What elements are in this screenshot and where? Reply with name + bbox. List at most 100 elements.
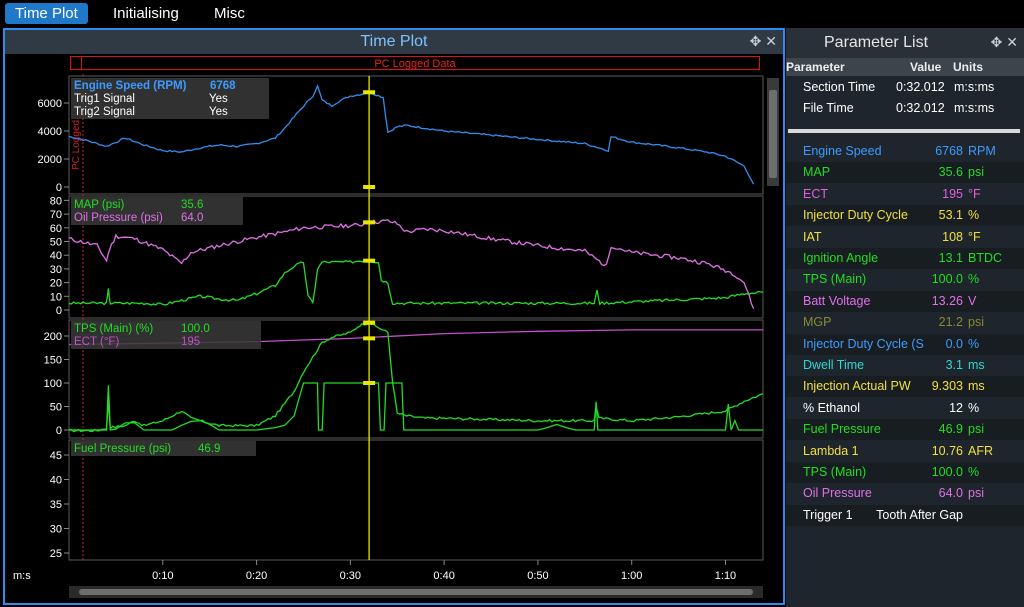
y-tick-label: 40 [50,250,62,262]
param-value: 0:32.012 [896,80,945,94]
vertical-scroll-thumb[interactable] [769,90,777,178]
param-name: MGP [803,315,832,330]
param-value: Tooth After Gap [876,507,963,522]
param-units: °F [968,229,981,244]
time-plot-canvas[interactable]: 6000400020000807060504030201002001501005… [5,30,783,603]
param-units: AFR [968,443,993,458]
param-units: m:s:ms [954,101,995,115]
horizontal-scrollbar[interactable] [69,586,763,598]
y-tick-label: 6000 [38,98,62,110]
param-name: Injection Actual PW [803,379,911,394]
tab-bar: Time Plot Initialising Misc [0,0,1024,27]
x-tick-label: 0:10 [152,570,173,582]
param-units: V [968,293,977,308]
param-units: ms [968,379,985,394]
param-name: MAP [803,165,831,180]
legend-name: Trig2 Signal [74,106,135,118]
cursor-marker [363,320,376,325]
column-parameter[interactable]: Parameter [786,58,845,76]
param-value: 6768 [935,144,963,158]
parameter-row[interactable]: Injection Actual PW 9.303 ms [786,376,1024,398]
cursor-marker [363,336,376,341]
move-icon[interactable]: ✥ [991,34,1003,50]
vertical-scrollbar[interactable] [767,78,779,186]
tab-misc[interactable]: Misc [204,3,255,24]
param-units: % [968,465,980,479]
param-value: 0:32.012 [896,101,945,115]
parameter-row[interactable]: IAT 108 °F [786,227,1024,248]
parameter-row[interactable]: Oil Pressure 64.0 psi [786,483,1024,504]
param-name: Injector Duty Cycle [803,208,908,223]
column-value[interactable]: Value [910,58,941,76]
time-plot-window: Time Plot ✥ ✕ PC Logged Data 6000 4000 200… [3,28,785,605]
parameter-row[interactable]: Fuel Pressure 46.9 psi [786,419,1024,441]
param-value: 53.1 [938,208,963,223]
parameter-row[interactable]: MAP 35.6 psi [786,162,1024,184]
y-tick-label: 50 [50,237,62,249]
y-tick-label: 45 [50,450,62,462]
y-tick-label: 50 [50,402,62,414]
param-value: 13.26 [931,293,963,308]
y-tick-label: 200 [44,331,62,343]
parameter-row[interactable]: Batt Voltage 13.26 V [786,290,1024,312]
y-tick-label: 70 [50,209,62,221]
legend-name: TPS (Main) (%) [74,323,153,335]
x-tick-label: 0:50 [527,570,548,582]
column-units[interactable]: Units [953,58,983,76]
panel-buttons: ✥ ✕ [991,34,1018,51]
tab-time-plot[interactable]: Time Plot [5,3,88,24]
y-tick-label: 35 [50,499,62,511]
y-tick-label: 0 [56,305,62,317]
param-value: 9.303 [931,379,963,394]
parameter-row[interactable]: Dwell Time 3.1 ms [786,355,1024,376]
parameter-row[interactable]: TPS (Main) 100.0% [786,462,1024,483]
parameter-row[interactable]: % Ethanol 12% [786,398,1024,419]
parameter-list-panel: Parameter List ✥ ✕ Parameter Value Units… [786,28,1024,607]
param-value: 35.6 [938,165,963,180]
y-tick-label: 4000 [38,126,62,138]
param-units: psi [968,422,984,437]
x-tick-label: 1:10 [715,570,736,582]
param-units: % [968,272,980,287]
tps-trace [69,382,763,431]
legend-name: Oil Pressure (psi) [74,212,163,224]
param-units: BTDC [968,251,1003,265]
param-value: 21.2 [938,315,963,330]
tab-initialising[interactable]: Initialising [103,3,189,24]
legend-name: Trig1 Signal [74,93,135,105]
parameter-row[interactable]: Engine Speed 6768 RPM [786,141,1024,162]
time-row[interactable]: Section Time 0:32.012 m:s:ms [786,77,1024,98]
time-row[interactable]: File Time 0:32.012 m:s:ms [786,98,1024,119]
parameter-row[interactable]: TPS (Main) 100.0% [786,269,1024,290]
x-tick-label: 0:30 [340,570,361,582]
parameter-row[interactable]: Injector Duty Cycle (S 0.0% [786,333,1024,355]
y-tick-label: 0 [56,182,62,194]
close-icon[interactable]: ✕ [1006,34,1018,50]
y-tick-label: 20 [50,278,62,290]
parameter-row[interactable]: MGP 21.2 psi [786,312,1024,333]
param-value: 100.0 [931,272,963,287]
param-name: Injector Duty Cycle (S [803,336,924,351]
parameter-row[interactable]: Ignition Angle 13.1 BTDC [786,248,1024,269]
plot-pane [68,439,764,561]
parameter-list-title[interactable]: Parameter List [786,28,1024,58]
x-tick-label: 0:40 [433,570,454,582]
parameter-row[interactable]: Injector Duty Cycle 53.1% [786,205,1024,227]
param-name: Section Time [803,80,876,94]
param-name: Oil Pressure [803,486,872,501]
horizontal-scroll-thumb[interactable] [79,589,753,595]
legend-value: 195 [181,336,200,348]
parameter-row[interactable]: Trigger 1 Tooth After Gap [786,504,1024,526]
param-units: ms [968,358,985,372]
parameter-row[interactable]: Lambda 1 10.76 AFR [786,441,1024,462]
param-value: 13.1 [938,251,963,265]
oil-pressure-trace [68,219,755,309]
param-value: 64.0 [938,486,963,501]
param-name: Fuel Pressure [803,422,881,437]
param-units: psi [968,165,984,180]
param-value: 12 [949,400,963,415]
param-name: TPS (Main) [803,465,867,479]
param-value: 3.1 [945,358,963,372]
param-name: % Ethanol [803,400,860,415]
parameter-row[interactable]: ECT 195 °F [786,184,1024,205]
